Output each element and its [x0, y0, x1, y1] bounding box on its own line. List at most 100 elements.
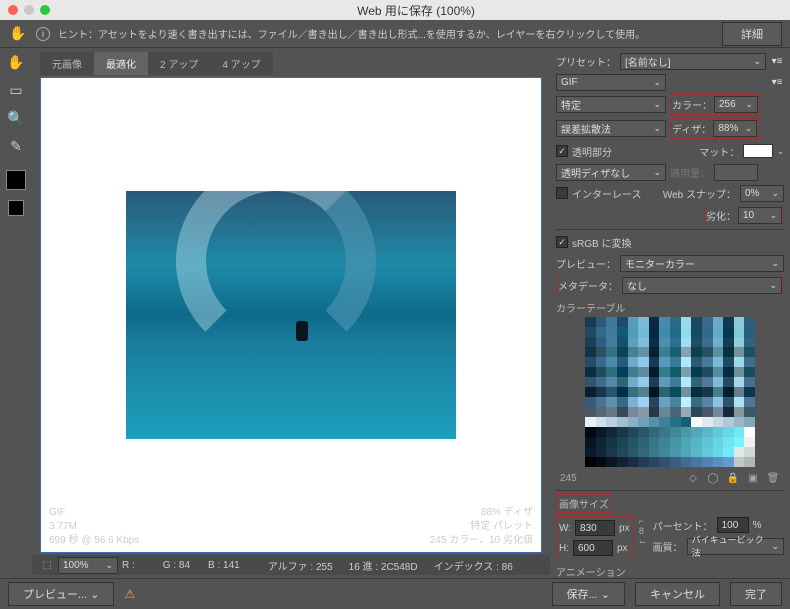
color-cell[interactable] — [744, 317, 755, 327]
color-cell[interactable] — [649, 377, 660, 387]
color-cell[interactable] — [638, 447, 649, 457]
color-cell[interactable] — [702, 367, 713, 377]
color-cell[interactable] — [744, 387, 755, 397]
color-cell[interactable] — [723, 437, 734, 447]
color-table[interactable] — [585, 317, 755, 467]
color-cell[interactable] — [691, 347, 702, 357]
websnap-select[interactable]: 0% — [740, 185, 784, 202]
done-button[interactable]: 完了 — [730, 582, 782, 606]
color-cell[interactable] — [713, 397, 724, 407]
color-cell[interactable] — [659, 367, 670, 377]
color-cell[interactable] — [628, 327, 639, 337]
color-cell[interactable] — [691, 317, 702, 327]
color-cell[interactable] — [734, 377, 745, 387]
color-cell[interactable] — [617, 457, 628, 467]
color-cell[interactable] — [713, 327, 724, 337]
color-cell[interactable] — [628, 457, 639, 467]
color-cell[interactable] — [670, 357, 681, 367]
color-cell[interactable] — [691, 367, 702, 377]
color-cell[interactable] — [744, 427, 755, 437]
color-cell[interactable] — [734, 367, 745, 377]
color-cell[interactable] — [649, 367, 660, 377]
color-cell[interactable] — [659, 427, 670, 437]
color-cell[interactable] — [606, 357, 617, 367]
color-cell[interactable] — [702, 317, 713, 327]
color-cell[interactable] — [734, 387, 745, 397]
color-cell[interactable] — [659, 377, 670, 387]
color-cell[interactable] — [723, 397, 734, 407]
color-cell[interactable] — [734, 337, 745, 347]
format-menu-icon[interactable]: ▾≡ — [770, 77, 784, 88]
color-cell[interactable] — [702, 387, 713, 397]
color-cell[interactable] — [585, 457, 596, 467]
tab-2up[interactable]: 2 アップ — [148, 52, 210, 75]
zoom-select[interactable]: 100% — [58, 557, 118, 574]
color-cell[interactable] — [681, 357, 692, 367]
color-cell[interactable] — [681, 327, 692, 337]
color-cell[interactable] — [691, 357, 702, 367]
color-cell[interactable] — [670, 367, 681, 377]
color-cell[interactable] — [617, 427, 628, 437]
color-cell[interactable] — [702, 357, 713, 367]
color-cell[interactable] — [702, 437, 713, 447]
color-cell[interactable] — [638, 317, 649, 327]
color-cell[interactable] — [691, 457, 702, 467]
color-cell[interactable] — [691, 337, 702, 347]
color-cell[interactable] — [628, 387, 639, 397]
color-cell[interactable] — [734, 347, 745, 357]
color-cell[interactable] — [606, 397, 617, 407]
color-cell[interactable] — [596, 357, 607, 367]
color-cell[interactable] — [670, 337, 681, 347]
color-cell[interactable] — [702, 457, 713, 467]
color-cell[interactable] — [638, 417, 649, 427]
color-cell[interactable] — [691, 447, 702, 457]
color-cell[interactable] — [585, 397, 596, 407]
format-select[interactable]: GIF — [556, 74, 666, 91]
color-cell[interactable] — [638, 397, 649, 407]
color-cell[interactable] — [659, 317, 670, 327]
color-cell[interactable] — [628, 357, 639, 367]
color-cell[interactable] — [617, 357, 628, 367]
color-cell[interactable] — [617, 367, 628, 377]
color-cell[interactable] — [713, 407, 724, 417]
color-cell[interactable] — [585, 377, 596, 387]
color-cell[interactable] — [713, 367, 724, 377]
color-cell[interactable] — [659, 397, 670, 407]
color-cell[interactable] — [681, 367, 692, 377]
color-cell[interactable] — [596, 317, 607, 327]
color-cell[interactable] — [713, 377, 724, 387]
color-cell[interactable] — [734, 357, 745, 367]
color-cell[interactable] — [734, 417, 745, 427]
color-cell[interactable] — [723, 377, 734, 387]
color-cell[interactable] — [723, 407, 734, 417]
color-cell[interactable] — [691, 387, 702, 397]
slice-select-tool[interactable]: ▭ — [6, 80, 26, 100]
color-cell[interactable] — [606, 367, 617, 377]
color-cell[interactable] — [606, 407, 617, 417]
color-cell[interactable] — [649, 437, 660, 447]
color-cell[interactable] — [638, 387, 649, 397]
dither-method-select[interactable]: 誤差拡散法 — [556, 120, 666, 137]
preset-select[interactable]: [名前なし] — [620, 53, 766, 70]
color-cell[interactable] — [681, 447, 692, 457]
color-cell[interactable] — [659, 357, 670, 367]
color-cell[interactable] — [702, 337, 713, 347]
color-cell[interactable] — [670, 407, 681, 417]
reduction-select[interactable]: 特定 — [556, 96, 666, 113]
color-cell[interactable] — [670, 327, 681, 337]
color-cell[interactable] — [638, 367, 649, 377]
color-cell[interactable] — [681, 397, 692, 407]
color-cell[interactable] — [681, 407, 692, 417]
color-cell[interactable] — [744, 347, 755, 357]
color-cell[interactable] — [617, 317, 628, 327]
color-cell[interactable] — [617, 397, 628, 407]
color-cell[interactable] — [670, 427, 681, 437]
color-cell[interactable] — [617, 417, 628, 427]
color-cell[interactable] — [617, 387, 628, 397]
color-cell[interactable] — [713, 457, 724, 467]
color-cell[interactable] — [649, 387, 660, 397]
color-cell[interactable] — [596, 337, 607, 347]
detail-button[interactable]: 詳細 — [722, 22, 782, 46]
color-cell[interactable] — [638, 377, 649, 387]
color-cell[interactable] — [681, 387, 692, 397]
